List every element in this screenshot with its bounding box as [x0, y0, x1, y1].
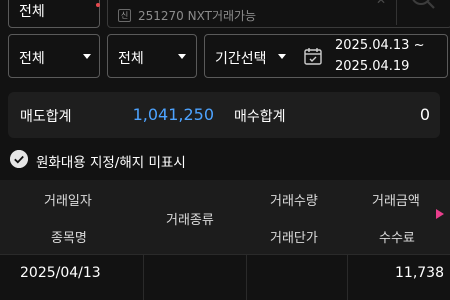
col-divider — [246, 254, 247, 300]
new-stock-badge: 신 — [118, 9, 131, 22]
row-trade-date[interactable]: 2025/04/13 — [20, 265, 101, 281]
stock-search-row: 전체 신 251270 NXT거래가능 ✕ — [0, 0, 450, 28]
clear-icon[interactable]: ✕ — [376, 0, 386, 7]
sell-total-value: 1,041,250 — [132, 105, 214, 124]
caret-down-icon — [278, 54, 286, 59]
col-header-trade-amount: 거래금액 — [372, 194, 420, 209]
fx-substitute-label: 원화대용 지정/해지 미표시 — [36, 155, 186, 171]
period-select-label: 기간선택 — [215, 51, 267, 67]
col-header-trade-type: 거래종류 — [166, 213, 214, 228]
calendar-icon[interactable] — [303, 46, 323, 66]
caret-down-icon — [178, 54, 186, 59]
market-select-label: 전체 — [19, 4, 45, 20]
col-header-fee: 수수료 — [379, 231, 415, 246]
col-header-trade-price: 거래단가 — [270, 231, 318, 246]
col-divider — [143, 254, 144, 300]
market-select[interactable]: 전체 — [8, 0, 100, 28]
trade-type-select-2-label: 전체 — [118, 51, 144, 67]
scroll-right-icon[interactable] — [436, 209, 444, 219]
sell-total-label: 매도합계 — [20, 109, 72, 125]
col-header-trade-qty: 거래수량 — [270, 194, 318, 209]
stock-code-text: 251270 NXT거래가능 — [138, 9, 257, 23]
trade-type-select-2[interactable]: 전체 — [107, 34, 197, 78]
col-divider — [347, 254, 348, 300]
stock-search-field[interactable]: 신 251270 NXT거래가능 ✕ — [107, 0, 450, 28]
buy-total-label: 매수합계 — [234, 109, 286, 125]
trade-type-select-1-label: 전체 — [19, 51, 45, 67]
col-header-trade-date: 거래일자 — [44, 194, 92, 209]
check-circle-icon[interactable] — [10, 150, 28, 168]
date-from[interactable]: 2025.04.13 ~ — [335, 38, 424, 53]
period-select[interactable]: 기간선택 2025.04.13 ~ 2025.04.19 — [204, 34, 448, 78]
search-icon[interactable] — [408, 0, 438, 15]
buy-total-value: 0 — [419, 105, 430, 124]
caret-down-icon — [83, 54, 91, 59]
col-header-stock-name: 종목명 — [51, 231, 87, 246]
row-trade-amount[interactable]: 11,738 — [395, 265, 444, 281]
trade-type-select-1[interactable]: 전체 — [8, 34, 100, 78]
totals-summary: 매도합계 1,041,250 매수합계 0 — [8, 92, 440, 138]
header-bottom-divider — [0, 254, 450, 255]
field-divider — [396, 0, 397, 25]
trade-history-screen: 전체 신 251270 NXT거래가능 ✕ 전체 전체 기간선택 2025.04… — [0, 0, 450, 300]
required-dot-icon — [96, 3, 100, 7]
date-to[interactable]: 2025.04.19 — [335, 59, 409, 74]
